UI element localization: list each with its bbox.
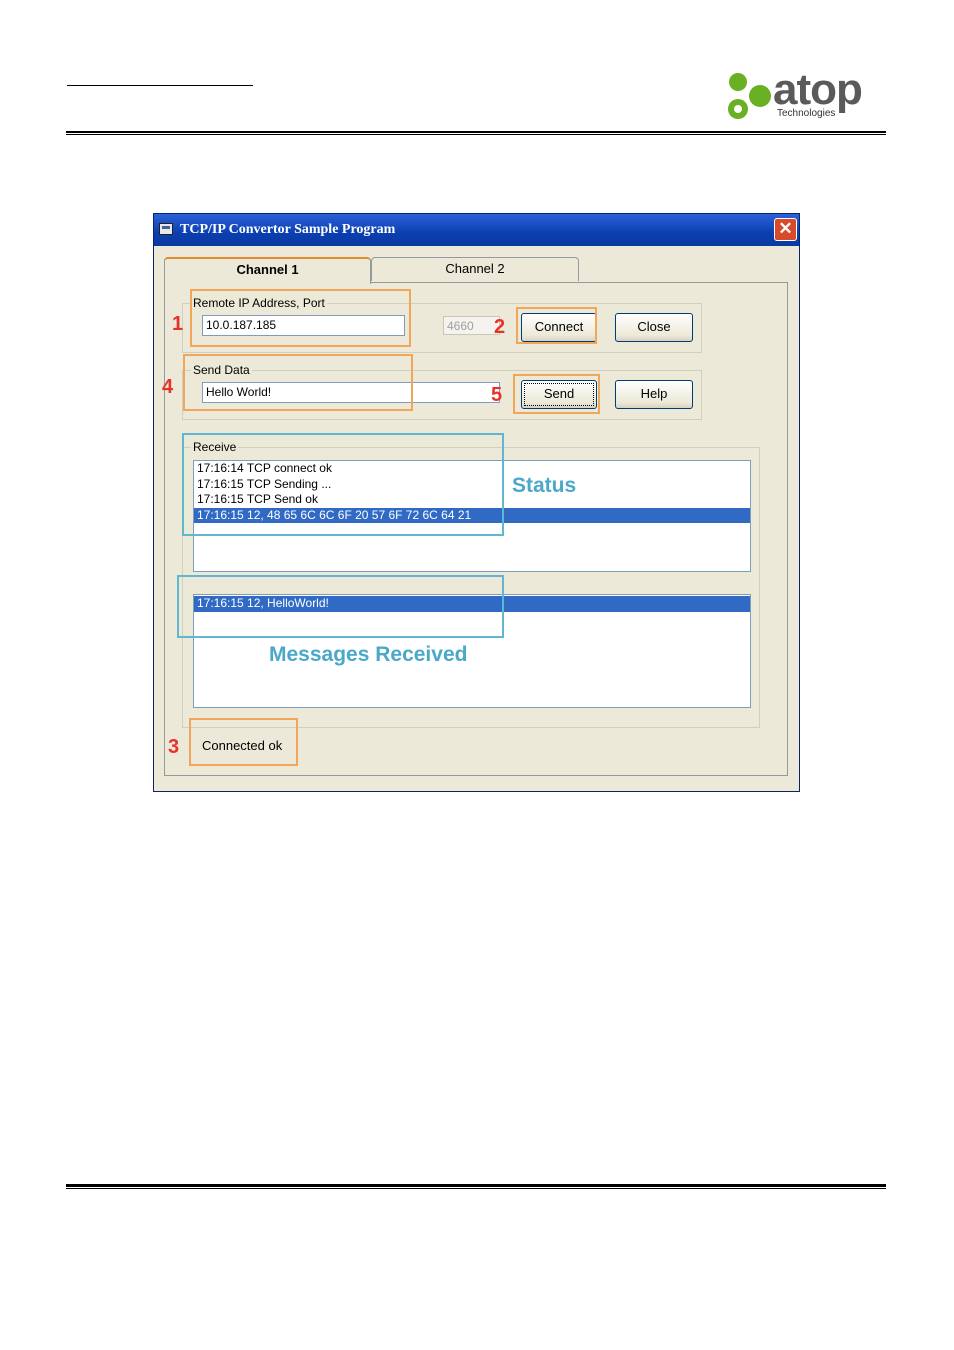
atop-logo-icon <box>728 73 771 119</box>
app-icon <box>159 223 173 235</box>
header-rule <box>66 131 886 133</box>
help-button[interactable]: Help <box>615 380 693 409</box>
close-window-button[interactable]: ✕ <box>774 218 797 241</box>
title-bar[interactable]: TCP/IP Convertor Sample Program ✕ <box>154 214 799 246</box>
status-highlight-box <box>182 433 504 536</box>
footer-rule <box>66 1184 886 1187</box>
annotation-number-3: 3 <box>168 736 180 758</box>
annotation-number-2: 2 <box>494 316 506 338</box>
header-short-rule <box>67 85 253 86</box>
annotation-box-3 <box>189 718 298 766</box>
annotation-box-5 <box>513 374 600 414</box>
tab-channel-2[interactable]: Channel 2 <box>371 257 579 281</box>
annotation-box-1 <box>190 289 411 347</box>
annotation-number-4: 4 <box>162 376 174 398</box>
logo-wordmark: atop <box>773 65 863 114</box>
port-input[interactable]: 4660 <box>443 316 500 335</box>
close-button[interactable]: Close <box>615 313 693 342</box>
tab-channel-1[interactable]: Channel 1 <box>164 257 371 284</box>
header-rule-thin <box>66 134 886 135</box>
messages-annotation-label: Messages Received <box>269 643 468 666</box>
annotation-box-2 <box>516 307 597 344</box>
status-annotation-label: Status <box>512 474 577 497</box>
logo-subtext: Technologies <box>777 108 836 119</box>
messages-highlight-box <box>177 575 504 638</box>
annotation-box-4 <box>183 354 413 411</box>
footer-rule-thin <box>66 1188 886 1189</box>
annotation-number-5: 5 <box>491 384 503 406</box>
annotation-number-1: 1 <box>172 313 184 335</box>
window-title: TCP/IP Convertor Sample Program <box>180 222 396 237</box>
